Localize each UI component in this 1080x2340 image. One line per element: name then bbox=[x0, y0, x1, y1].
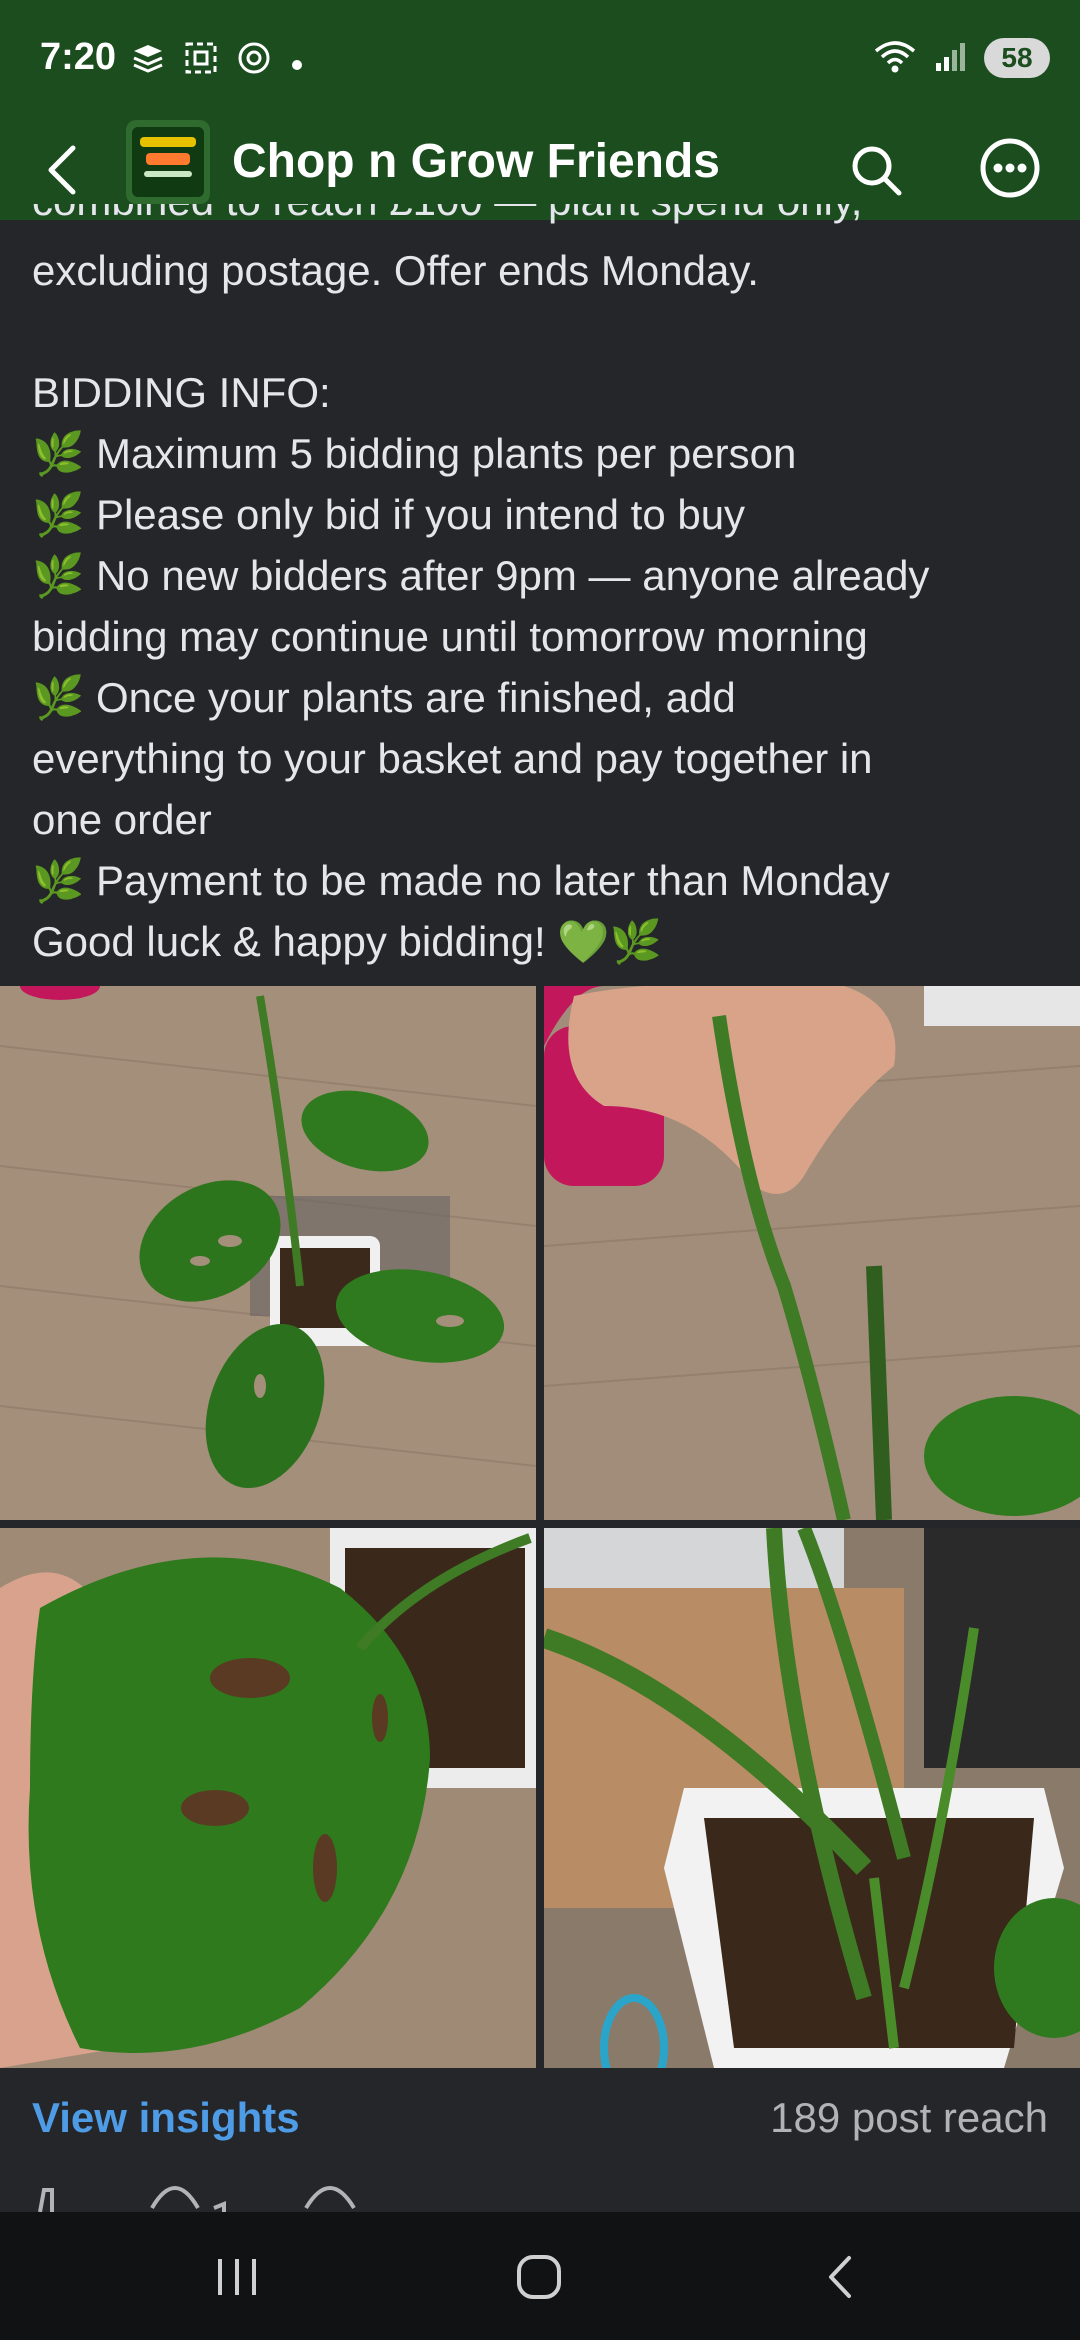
post-line: 🌿 Payment to be made no later than Monda… bbox=[32, 857, 890, 904]
signal-icon bbox=[934, 39, 968, 78]
threads-icon bbox=[236, 40, 272, 82]
post-line: bidding may continue until tomorrow morn… bbox=[32, 613, 868, 660]
post-line: 🌿 Please only bid if you intend to buy bbox=[32, 491, 746, 538]
status-bar: 7:20 58 bbox=[0, 0, 1080, 120]
insights-row: View insights 189 post reach bbox=[0, 2068, 1080, 2168]
like-icon bbox=[38, 2188, 54, 2212]
post-cut-line: combined to reach £100 — plant spend onl… bbox=[32, 177, 863, 224]
post-line: Good luck & happy bidding! 💚🌿 bbox=[32, 918, 662, 965]
home-button[interactable] bbox=[494, 2242, 584, 2312]
share-icon bbox=[304, 2186, 356, 2210]
photo-grid bbox=[0, 986, 1080, 2068]
photo-divider bbox=[0, 1520, 1080, 1528]
post-line: one order bbox=[32, 796, 212, 843]
post-body: combined to reach £100 — plant spend onl… bbox=[32, 180, 1052, 972]
back-nav-button[interactable] bbox=[796, 2242, 886, 2312]
post-reach: 189 post reach bbox=[770, 2094, 1048, 2141]
reaction-row bbox=[0, 2168, 1080, 2212]
post-photo-4[interactable] bbox=[544, 1528, 1080, 2068]
post-line: excluding postage. Offer ends Monday. bbox=[32, 247, 759, 294]
post-photo-3[interactable] bbox=[0, 1528, 536, 2068]
post-photo-2[interactable] bbox=[544, 986, 1080, 1520]
post-line: BIDDING INFO: bbox=[32, 369, 331, 416]
status-left-icons bbox=[130, 40, 304, 82]
post-line: 🌿 Maximum 5 bidding plants per person bbox=[32, 430, 797, 477]
wifi-icon bbox=[872, 39, 918, 78]
dot-icon bbox=[290, 44, 304, 78]
back-icon bbox=[829, 2256, 851, 2298]
post-line: everything to your basket and pay togeth… bbox=[32, 735, 873, 782]
notification-stack-icon bbox=[130, 41, 166, 81]
post-line: 🌿 No new bidders after 9pm — anyone alre… bbox=[32, 552, 930, 599]
view-insights-link[interactable]: View insights bbox=[32, 2094, 300, 2142]
status-right-icons: 58 bbox=[872, 38, 1050, 78]
battery-icon: 58 bbox=[984, 38, 1050, 78]
comment-icon bbox=[150, 2186, 200, 2210]
post-photo-1[interactable] bbox=[0, 986, 536, 1520]
status-time: 7:20 bbox=[40, 36, 117, 78]
recent-apps-button[interactable] bbox=[192, 2242, 282, 2312]
system-nav-bar bbox=[0, 2212, 1080, 2340]
post-line bbox=[32, 301, 1052, 362]
recent-apps-icon bbox=[218, 2259, 256, 2295]
home-icon bbox=[517, 2255, 561, 2299]
post-line: 🌿 Once your plants are finished, add bbox=[32, 674, 736, 721]
screenshot-icon bbox=[184, 41, 218, 81]
